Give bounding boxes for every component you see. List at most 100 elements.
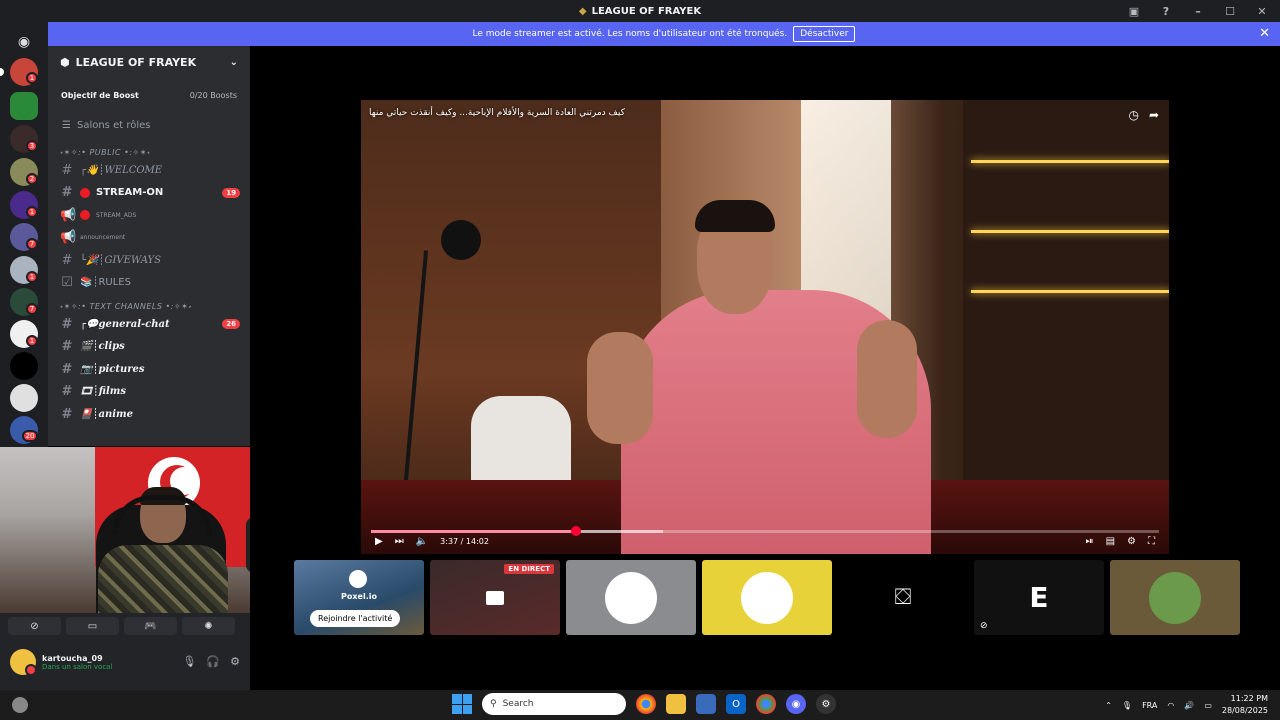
video-person-hand [857,320,917,438]
share-icon[interactable]: ➦ [1149,108,1159,122]
app-icon[interactable]: ⚙ [816,694,836,714]
boost-goal[interactable]: Objectif de Boost 0/20 Boosts [56,86,242,104]
next-icon[interactable]: ⏭ [395,536,404,547]
server-icon[interactable] [10,352,38,380]
username: kartoucha_09 [42,653,103,663]
discord-home-icon[interactable]: ◉ [10,28,38,56]
server-header[interactable]: ⬢ LEAGUE OF FRAYEK ⌄ [48,46,250,78]
channel-item[interactable]: # 🎴┊anime [48,403,250,426]
store-icon[interactable] [696,694,716,714]
activity-icon[interactable]: 🎮 [124,617,177,635]
server-badge: 3 [26,140,38,152]
channel-item[interactable]: 📢 STREAM_ADS [48,204,250,227]
megaphone-icon: 📢 [60,207,77,223]
server-icon[interactable] [10,92,38,120]
chevron-up-icon[interactable]: ⌃ [1105,701,1112,710]
server-badge: 1 [26,72,38,84]
participant-tiles: Poxel.io Rejoindre l'activité EN DIRECT … [294,560,1240,635]
e-logo-icon: E [1029,581,1049,614]
server-name: LEAGUE OF FRAYEK [75,55,197,69]
discord-icon[interactable]: ◉ [786,694,806,714]
screen-share-icon[interactable]: ▭ [66,617,119,635]
banner-text: Le mode streamer est activé. Les noms d'… [472,29,788,39]
camera-off-icon[interactable]: ⊘ [8,617,61,635]
clock-date: 28/08/2025 [1221,706,1268,715]
channels-and-roles[interactable]: ☰ Salons et rôles [48,110,250,140]
activity-tile[interactable]: Poxel.io Rejoindre l'activité [294,560,424,635]
minimize-button[interactable]: – [1186,2,1210,20]
microphone-icon[interactable]: 🎙 [182,655,196,668]
category-text-channels[interactable]: ˖✶✧:• TEXT CHANNELS •:✧✶˖ [48,294,250,313]
user-status: Dans un salon vocal [42,662,113,671]
disable-streamer-button[interactable]: Désactiver [793,26,856,42]
video-player[interactable]: كيف دمرتني العادة السرية والأفلام الإباح… [361,100,1169,554]
play-icon[interactable]: ▶ [375,536,383,547]
chrome-icon[interactable] [636,694,656,714]
settings-hd-icon[interactable]: ⚙ [1127,536,1136,547]
taskbar: ⚲ Search O ◉ ⚙ ⌃ 🎙 FRA ◠ 🔊 ▭ 11:22 PM 28… [0,690,1280,720]
channel-item[interactable]: # 📷┊pictures [48,358,250,381]
poxel-logo-icon [349,570,367,588]
watch-later-icon[interactable]: ◷ [1128,108,1138,122]
participant-tile[interactable] [566,560,696,635]
volume-tray-icon[interactable]: 🔊 [1184,701,1194,710]
maximize-button[interactable]: ☐ [1218,2,1242,20]
battery-icon[interactable]: ▭ [1204,701,1212,710]
channel-item[interactable]: # └🎉┊GIVEWAYS [48,249,250,272]
channel-item[interactable]: 📢 announcement [48,227,250,250]
server-icon[interactable] [10,384,38,412]
taskbar-search[interactable]: ⚲ Search [482,693,626,715]
settings-icon[interactable]: ⚙ [230,655,240,668]
avatar [605,571,657,624]
stream-tile[interactable]: EN DIRECT [430,560,560,635]
channel-item[interactable]: # ┌👋┊WELCOME [48,159,250,182]
discord-bot-icon: ⛋ [894,585,912,610]
outlook-icon[interactable]: O [726,694,746,714]
progress-bar[interactable] [371,526,1159,536]
soundboard-icon[interactable]: ✺ [182,617,235,635]
language-indicator[interactable]: FRA [1142,701,1157,710]
fullscreen-icon[interactable]: ⛶ [1148,536,1155,547]
mention-count: 19 [222,187,240,198]
subtitles-icon[interactable]: ▤ [1106,536,1115,547]
activity-name: Poxel.io [341,592,377,601]
join-activity-button[interactable]: Rejoindre l'activité [310,610,401,627]
hash-icon: # [61,185,73,201]
channel-item[interactable]: # 🎞┊films [48,381,250,404]
windows-start-icon[interactable] [452,694,472,714]
clock-time: 11:22 PM [1230,694,1268,703]
user-info[interactable]: kartoucha_09 Dans un salon vocal [10,649,113,676]
close-window-button[interactable]: ✕ [1250,2,1274,20]
shelf-light [971,230,1169,233]
inbox-icon[interactable]: ▣ [1122,2,1146,20]
hash-icon: # [61,339,73,355]
megaphone-icon: 📢 [60,230,77,246]
title-bar: ◆ LEAGUE OF FRAYEK ▣ ? – ☐ ✕ [0,0,1280,22]
channel-item[interactable]: # STREAM-ON 19 [48,182,250,205]
volume-icon[interactable]: 🔈 [416,536,428,547]
channel-item[interactable]: ☑ 📚┊RULES [48,272,250,295]
category-public[interactable]: ˖✶✧:• PUBLIC •:✧✶˖ [48,140,250,159]
mic-tray-icon[interactable]: 🎙 [1122,701,1132,710]
wifi-icon[interactable]: ◠ [1167,701,1174,710]
video-controls: ▶ ⏭ 🔈 3:37 / 14:02 [375,536,489,547]
hash-icon: # [61,406,73,422]
participant-tile[interactable]: E ⊘ [974,560,1104,635]
headphones-icon[interactable]: 🎧 [206,655,220,668]
channel-item[interactable]: # 🎬┊clips [48,336,250,359]
close-banner-icon[interactable]: ✕ [1259,26,1270,41]
channel-item[interactable]: # ┌💬general-chat 26 [48,313,250,336]
participant-tile[interactable] [1110,560,1240,635]
progress-knob[interactable] [570,526,581,536]
participant-tile[interactable]: ⛋ [838,560,968,635]
window-controls: ▣ ? – ☐ ✕ [1122,2,1274,20]
help-icon[interactable]: ? [1154,2,1178,20]
mention-count: 26 [222,319,240,330]
autoplay-icon[interactable]: ⏯ [1086,536,1094,547]
widgets-icon[interactable] [12,697,28,713]
chrome-icon[interactable] [756,694,776,714]
file-explorer-icon[interactable] [666,694,686,714]
clock[interactable]: 11:22 PM 28/08/2025 [1222,693,1268,717]
participant-tile[interactable] [702,560,832,635]
server-badge: 1 [26,335,38,347]
